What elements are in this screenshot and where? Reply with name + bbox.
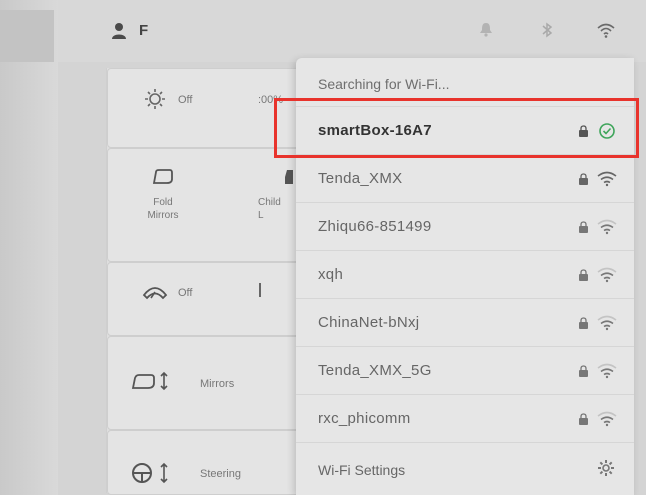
lock-icon: [579, 221, 588, 233]
network-name[interactable]: Tenda_XMX: [318, 170, 402, 187]
wifi-icon[interactable]: [596, 20, 616, 40]
network-name[interactable]: ChinaNet-bNxj: [318, 314, 419, 331]
wifi-signal-icon: [597, 219, 617, 235]
headlights-off-label[interactable]: Off: [178, 94, 192, 106]
wifi-signal-icon: [597, 315, 617, 331]
wifi-signal-icon: [597, 363, 617, 379]
lock-icon: [579, 173, 588, 185]
wifi-signal-icon: [597, 411, 617, 427]
steering-label[interactable]: Steering: [200, 468, 241, 480]
user-initial[interactable]: F: [139, 22, 148, 39]
lock-icon: [579, 413, 588, 425]
mirrors-label[interactable]: Mirrors: [200, 378, 234, 390]
network-name[interactable]: rxc_phicomm: [318, 410, 411, 427]
network-row[interactable]: Tenda_XMX_5G: [296, 346, 634, 395]
headlight-sun-icon[interactable]: [140, 87, 170, 111]
network-name[interactable]: xqh: [318, 266, 343, 283]
left-edge: [0, 0, 58, 495]
network-row[interactable]: rxc_phicomm: [296, 394, 634, 443]
network-row[interactable]: Tenda_XMX: [296, 154, 634, 203]
divider: [296, 442, 634, 443]
network-row[interactable]: xqh: [296, 250, 634, 299]
network-row[interactable]: Zhiqu66-851499: [296, 202, 634, 251]
wipers-off-label[interactable]: Off: [178, 287, 192, 299]
child-lock-partial-label: Child L: [258, 197, 281, 221]
steering-adjust-icon[interactable]: [130, 461, 174, 485]
lock-icon: [579, 365, 588, 377]
wifi-signal-icon: [597, 267, 617, 283]
user-icon[interactable]: [111, 22, 127, 40]
wifi-signal-icon: [597, 171, 617, 187]
wifi-search-status: Searching for Wi-Fi...: [318, 76, 450, 92]
wifi-settings-link[interactable]: Wi-Fi Settings: [318, 462, 405, 478]
fold-mirrors-icon[interactable]: [151, 168, 175, 186]
fold-mirrors-label[interactable]: Fold Mirrors: [141, 196, 185, 222]
gear-icon[interactable]: [596, 458, 616, 478]
child-lock-icon[interactable]: [283, 168, 295, 186]
wiper-icon[interactable]: [141, 283, 169, 301]
left-edge-block: [0, 10, 54, 62]
lock-icon: [579, 269, 588, 281]
screen: F Off :00% Fold Mirrors Child L Off Mirr…: [0, 0, 646, 495]
connected-network-highlight: [274, 98, 639, 158]
lock-icon: [579, 317, 588, 329]
network-name[interactable]: Tenda_XMX_5G: [318, 362, 432, 379]
network-name[interactable]: Zhiqu66-851499: [318, 218, 431, 235]
bell-icon[interactable]: [476, 20, 496, 40]
mirror-adjust-icon[interactable]: [131, 370, 173, 392]
bluetooth-icon[interactable]: [537, 20, 557, 40]
wiper-speed-marker: [259, 283, 261, 297]
network-row[interactable]: ChinaNet-bNxj: [296, 298, 634, 347]
